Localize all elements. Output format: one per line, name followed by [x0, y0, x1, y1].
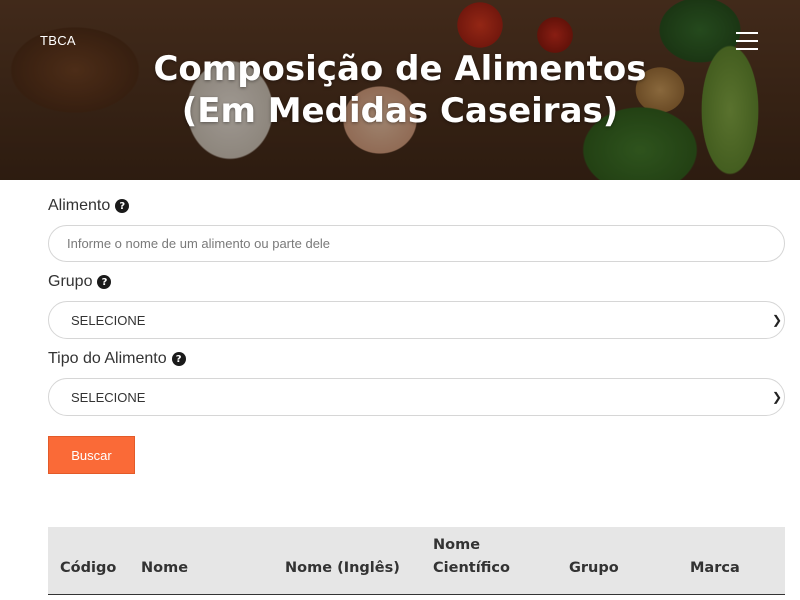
- hero-banner: TBCA Composição de Alimentos (Em Medidas…: [0, 0, 800, 180]
- tipo-select-value: SELECIONE: [71, 389, 146, 405]
- question-circle-icon[interactable]: ?: [97, 275, 112, 289]
- alimento-search-input[interactable]: [48, 225, 785, 262]
- column-header-grupo[interactable]: Grupo: [569, 557, 619, 580]
- tipo-select[interactable]: SELECIONE ❯: [48, 378, 785, 416]
- grupo-label-row: Grupo ?: [48, 271, 112, 293]
- grupo-select-value: SELECIONE: [71, 312, 146, 328]
- alimento-label: Alimento: [48, 197, 111, 214]
- column-header-codigo[interactable]: Código: [60, 557, 116, 580]
- column-header-marca[interactable]: Marca: [690, 557, 740, 580]
- grupo-select[interactable]: SELECIONE ❯: [48, 301, 785, 339]
- page-title-line1: Composição de Alimentos: [153, 49, 647, 89]
- tipo-label-row: Tipo do Alimento ?: [48, 348, 186, 370]
- column-header-nome-cientifico[interactable]: Nome Científico: [433, 534, 523, 580]
- results-table-header: Código Nome Nome (Inglês) Nome Científic…: [48, 527, 785, 595]
- column-header-nome[interactable]: Nome: [141, 557, 188, 580]
- menu-bar: [736, 40, 758, 42]
- question-circle-icon[interactable]: ?: [115, 199, 130, 213]
- grupo-label: Grupo: [48, 273, 93, 290]
- question-circle-icon[interactable]: ?: [171, 352, 186, 366]
- alimento-label-row: Alimento ?: [48, 195, 130, 217]
- chevron-down-icon: ❯: [771, 313, 782, 327]
- column-header-nome-ingles[interactable]: Nome (Inglês): [285, 557, 400, 580]
- brand-logo[interactable]: TBCA: [40, 33, 76, 48]
- page-title-line2: (Em Medidas Caseiras): [181, 91, 619, 131]
- chevron-down-icon: ❯: [771, 390, 782, 404]
- menu-bar: [736, 32, 758, 34]
- page-title: Composição de Alimentos (Em Medidas Case…: [0, 48, 800, 132]
- tipo-label: Tipo do Alimento: [48, 350, 167, 367]
- buscar-button[interactable]: Buscar: [48, 436, 135, 474]
